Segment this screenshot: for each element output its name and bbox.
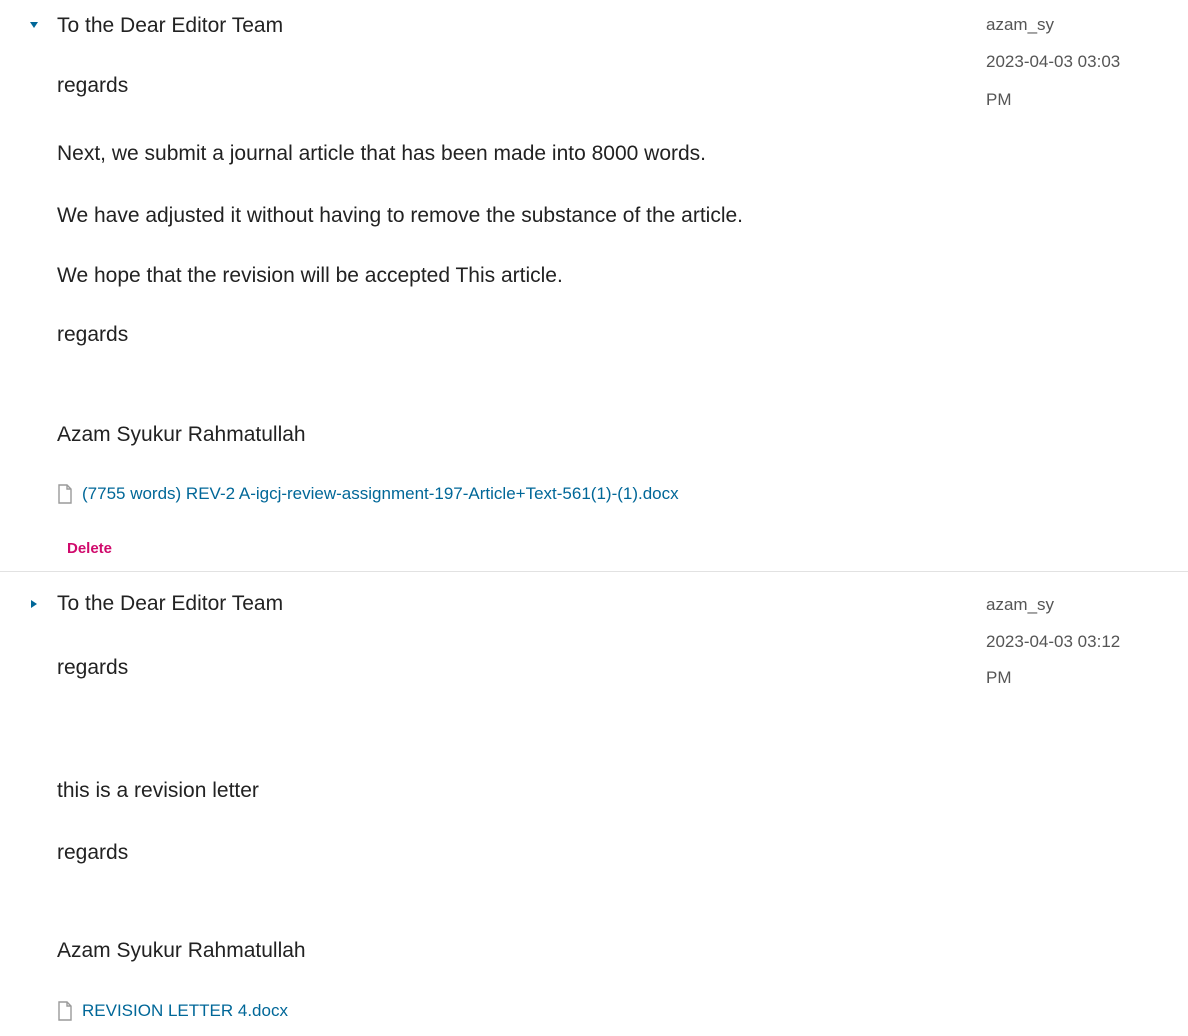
file-icon (57, 484, 73, 504)
discussion-thread: To the Dear Editor Team regards Next, we… (0, 0, 1188, 1036)
message-author: azam_sy (986, 595, 1055, 614)
attachment-filename[interactable]: (7755 words) REV-2 A-igcj-review-assignm… (82, 483, 679, 505)
attachment-link[interactable]: (7755 words) REV-2 A-igcj-review-assignm… (57, 483, 679, 505)
message-time-suffix: PM (986, 668, 1012, 687)
caret-right-icon[interactable] (28, 598, 40, 610)
message-body-line: this is a revision letter (57, 779, 259, 802)
delete-button[interactable]: Delete (67, 539, 112, 559)
attachment-filename[interactable]: REVISION LETTER 4.docx (82, 1000, 288, 1022)
discussion-message: To the Dear Editor Team regards this is … (0, 0, 1188, 1021)
message-subject[interactable]: To the Dear Editor Team (57, 591, 283, 617)
attachment-link[interactable]: REVISION LETTER 4.docx (57, 1000, 288, 1022)
message-date: 2023-04-03 03:12 (986, 632, 1121, 651)
message-signature: Azam Syukur Rahmatullah (57, 939, 306, 962)
message-body-line: regards (57, 841, 129, 864)
file-icon (57, 1001, 73, 1021)
message-body-line: regards (57, 656, 129, 679)
message-divider (0, 571, 1188, 572)
